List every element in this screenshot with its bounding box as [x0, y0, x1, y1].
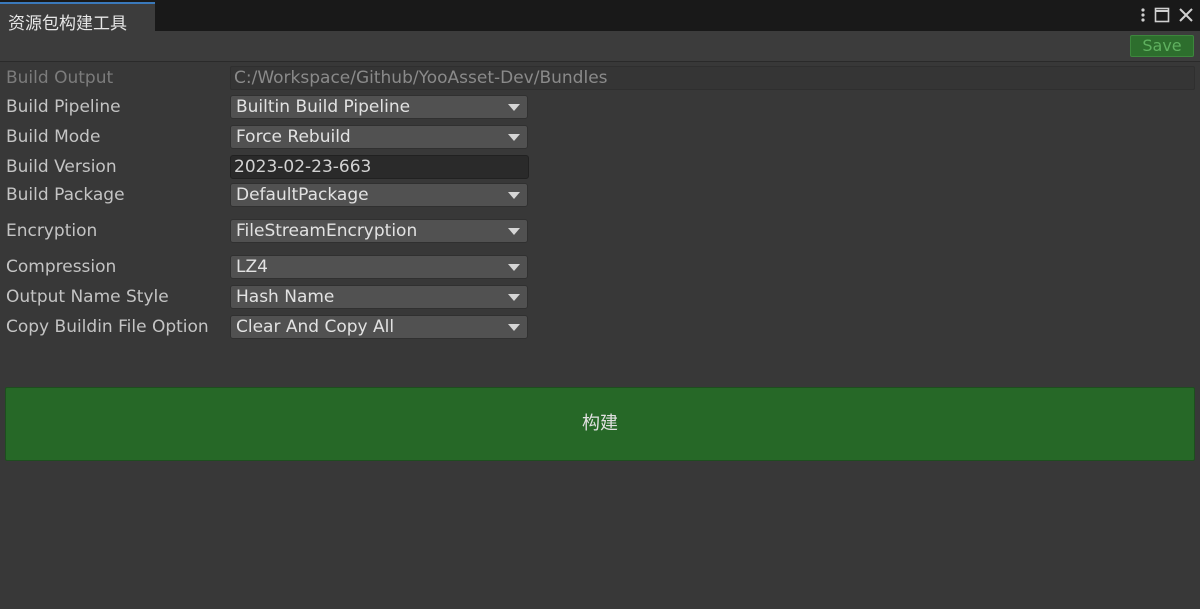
build-version-input[interactable]: 2023-02-23-663	[230, 155, 529, 179]
dropdown-arrow-icon	[508, 134, 520, 141]
build-version-row: Build Version 2023-02-23-663	[0, 154, 1200, 180]
build-button[interactable]: 构建	[5, 387, 1195, 461]
more-options-icon[interactable]	[1140, 7, 1146, 23]
output-name-style-label: Output Name Style	[6, 287, 169, 307]
build-output-row: Build Output C:/Workspace/Github/YooAsse…	[0, 65, 1200, 91]
maximize-icon[interactable]	[1154, 7, 1170, 23]
close-icon[interactable]	[1178, 7, 1194, 23]
window-controls	[1140, 4, 1194, 26]
output-name-style-row: Output Name Style Hash Name	[0, 284, 1200, 310]
toolbar: Save	[0, 31, 1200, 62]
tab-asset-bundle-builder[interactable]: 资源包构建工具	[0, 2, 155, 34]
build-package-row: Build Package DefaultPackage	[0, 182, 1200, 208]
build-package-label: Build Package	[6, 185, 125, 205]
build-pipeline-row: Build Pipeline Builtin Build Pipeline	[0, 94, 1200, 120]
build-output-field: C:/Workspace/Github/YooAsset-Dev/Bundles	[230, 66, 1195, 90]
build-pipeline-value: Builtin Build Pipeline	[236, 97, 411, 117]
copy-buildin-file-option-dropdown[interactable]: Clear And Copy All	[230, 315, 528, 339]
build-mode-dropdown[interactable]: Force Rebuild	[230, 125, 528, 149]
dropdown-arrow-icon	[508, 294, 520, 301]
compression-dropdown[interactable]: LZ4	[230, 255, 528, 279]
dropdown-arrow-icon	[508, 104, 520, 111]
output-name-style-value: Hash Name	[236, 287, 335, 307]
dropdown-arrow-icon	[508, 228, 520, 235]
encryption-value: FileStreamEncryption	[236, 221, 418, 241]
build-mode-row: Build Mode Force Rebuild	[0, 124, 1200, 150]
copy-buildin-file-option-label: Copy Buildin File Option	[6, 317, 209, 337]
tab-bar: 资源包构建工具	[0, 0, 1200, 34]
dropdown-arrow-icon	[508, 324, 520, 331]
copy-buildin-file-option-value: Clear And Copy All	[236, 317, 395, 337]
build-package-dropdown[interactable]: DefaultPackage	[230, 183, 528, 207]
build-pipeline-label: Build Pipeline	[6, 97, 121, 117]
compression-value: LZ4	[236, 257, 268, 277]
dropdown-arrow-icon	[508, 264, 520, 271]
build-mode-value: Force Rebuild	[236, 127, 351, 147]
build-package-value: DefaultPackage	[236, 185, 369, 205]
encryption-row: Encryption FileStreamEncryption	[0, 218, 1200, 244]
compression-label: Compression	[6, 257, 117, 277]
copy-buildin-file-option-row: Copy Buildin File Option Clear And Copy …	[0, 314, 1200, 340]
compression-row: Compression LZ4	[0, 254, 1200, 280]
build-output-label: Build Output	[6, 68, 114, 88]
dropdown-arrow-icon	[508, 192, 520, 199]
save-button[interactable]: Save	[1130, 35, 1194, 57]
asset-bundle-builder-window: 资源包构建工具 Save Build Output C:/Workspace/G…	[0, 0, 1200, 609]
encryption-label: Encryption	[6, 221, 98, 241]
output-name-style-dropdown[interactable]: Hash Name	[230, 285, 528, 309]
build-pipeline-dropdown[interactable]: Builtin Build Pipeline	[230, 95, 528, 119]
build-mode-label: Build Mode	[6, 127, 101, 147]
encryption-dropdown[interactable]: FileStreamEncryption	[230, 219, 528, 243]
build-version-label: Build Version	[6, 157, 117, 177]
